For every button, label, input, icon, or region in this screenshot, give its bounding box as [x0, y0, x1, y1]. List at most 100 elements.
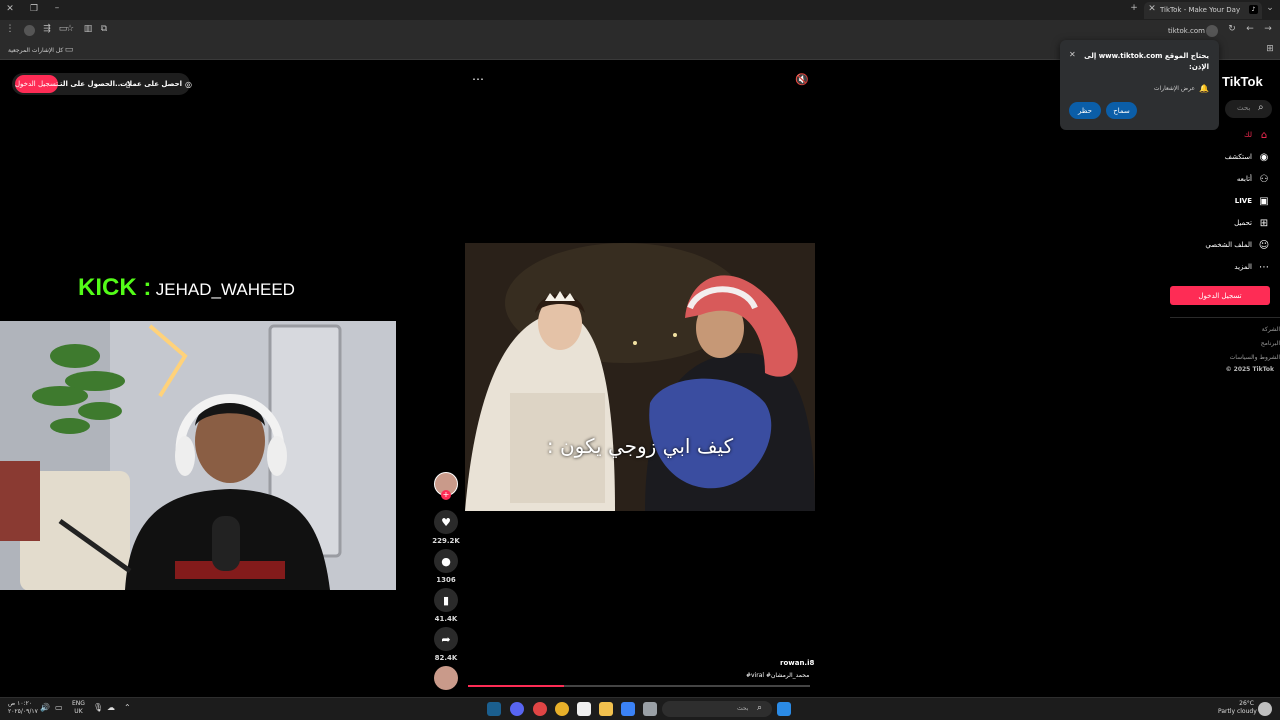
more-options-icon[interactable]: ⋯ [472, 72, 484, 86]
language-indicator[interactable]: ENG UK [72, 700, 85, 716]
start-button[interactable] [777, 702, 791, 716]
restore-window-icon[interactable]: ❐ [28, 4, 40, 14]
video-player[interactable] [465, 243, 815, 511]
sidebar-label-upload: تحميل [1234, 219, 1252, 227]
menu-dots-icon[interactable]: ⋮ [4, 24, 16, 34]
search-icon[interactable]: ⌕ [1258, 102, 1264, 113]
more-icon: ⋯ [1259, 261, 1269, 273]
sidebar-label-following: أتابعه [1236, 175, 1252, 183]
get-coins-button[interactable]: احصل على عملات ◎ [120, 75, 192, 93]
reload-icon[interactable]: ↻ [1226, 24, 1238, 34]
chrome-app-icon[interactable] [555, 702, 569, 716]
weather-widget[interactable]: 26°C Partly cloudy [1218, 700, 1257, 716]
popup-permission-label: عرض الإشعارات [1153, 85, 1196, 92]
profile-avatar-icon[interactable] [24, 25, 35, 36]
taskbar-date: ٢٠٢٥/٠٩/١٧ [8, 708, 38, 715]
taskbar-search-box[interactable]: بحث ⌕ [662, 701, 772, 717]
minimize-window-icon[interactable]: – [51, 3, 63, 13]
upload-icon: ⊞ [1259, 217, 1269, 229]
allow-button[interactable]: سماح [1106, 102, 1137, 119]
sidebar-item-explore[interactable]: استكشف ◉ [1225, 148, 1270, 166]
browser-toolbar: ⋮ ⇶ ▭ ☆ ▥ ⧉ tiktok.com ↻ ← → [0, 20, 1280, 42]
weather-desc: Partly cloudy [1218, 708, 1257, 715]
sidebar-login-button[interactable]: تسجيل الدخول [1170, 286, 1270, 305]
language-code: ENG [72, 700, 85, 707]
microphone-icon[interactable]: 🎙 [93, 703, 103, 712]
sidebar-item-following[interactable]: أتابعه ⚇ [1237, 170, 1270, 188]
bookmark-icon: ▮ [442, 593, 450, 607]
close-tab-icon[interactable]: ✕ [1146, 4, 1158, 14]
tiktok-favicon-icon: ♪ [1249, 5, 1258, 14]
video-hashtags[interactable]: #viral #محمد_الرمشان [746, 672, 809, 679]
site-info-icon[interactable] [1206, 25, 1218, 37]
get-app-button[interactable]: الحصول على التـ... ▯ [58, 75, 131, 93]
top-login-button[interactable]: تسجيل الدخول [15, 75, 58, 93]
block-button[interactable]: حظر [1069, 102, 1101, 119]
windows-taskbar: ١٠:٢٠ ص ٢٠٢٥/٠٩/١٧ 🔊 ▭ ENG UK 🎙 ☁ ⌃ بحث … [0, 697, 1280, 720]
side-panel-icon[interactable]: ⊞ [1264, 44, 1276, 54]
sidebar-item-live[interactable]: LIVE ▣ [1235, 192, 1270, 210]
webcam-scene [0, 321, 396, 590]
kick-overlay: KICK : JEHAD_WAHEED [78, 274, 295, 302]
sidebar-item-upload[interactable]: تحميل ⊞ [1234, 214, 1270, 232]
follow-plus-icon[interactable]: + [441, 490, 451, 500]
opera-app-icon[interactable] [533, 702, 547, 716]
sidebar-label-explore: استكشف [1224, 153, 1252, 161]
extensions-icon[interactable]: ⇶ [41, 24, 53, 34]
share-count: 82.4K [434, 654, 458, 662]
all-bookmarks-link[interactable]: كل الإشارات المرجعية [8, 47, 63, 54]
discord-app-icon[interactable] [510, 702, 524, 716]
video-caption: كيف ابي زوجي يكون : [546, 434, 734, 458]
live-icon: ▣ [1259, 195, 1269, 207]
sound-disc-avatar[interactable] [434, 666, 458, 690]
search-input[interactable]: بحث ⌕ [1225, 100, 1272, 118]
volume-icon[interactable]: 🔊 [40, 703, 50, 712]
footer-terms-link[interactable]: الشروط والسياسات [1230, 354, 1280, 361]
file-explorer-icon[interactable] [599, 702, 613, 716]
network-icon[interactable]: ▭ [55, 703, 63, 712]
reading-list-icon[interactable]: ▥ [82, 24, 94, 34]
webcam-feed [0, 321, 396, 590]
video-author[interactable]: rowan.i8 [780, 659, 814, 667]
close-popup-icon[interactable]: ✕ [1069, 50, 1076, 59]
kick-label: KICK : [78, 274, 152, 301]
tab-tiktok[interactable]: ✕ TikTok - Make Your Day ♪ [1144, 2, 1262, 19]
cloud-icon[interactable]: ☁ [107, 703, 115, 712]
footer-company-link[interactable]: الشركة [1262, 326, 1280, 333]
cast-icon[interactable]: ⧉ [98, 24, 110, 34]
tab-title: TikTok - Make Your Day [1160, 6, 1241, 14]
get-coins-label: احصل على عملات [120, 80, 183, 88]
save-count: 41.4K [434, 615, 458, 623]
calendar-app-icon[interactable] [577, 702, 591, 716]
forward-icon[interactable]: ← [1244, 24, 1256, 34]
back-icon[interactable]: → [1262, 24, 1274, 34]
close-window-icon[interactable]: ✕ [4, 4, 16, 14]
show-hidden-icons-icon[interactable]: ⌃ [124, 703, 131, 712]
tab-search-icon[interactable]: ⌄ [1264, 3, 1276, 13]
footer-copyright: © 2025 TikTok [1225, 366, 1274, 373]
bookmark-star-icon[interactable]: ☆ [64, 24, 76, 34]
share-button[interactable]: ➦ [434, 627, 458, 651]
copilot-app-icon[interactable] [621, 702, 635, 716]
taskbar-search-placeholder: بحث [737, 705, 749, 712]
sidebar-item-profile[interactable]: الملف الشخصي ☺ [1205, 236, 1270, 254]
footer-program-link[interactable]: البرنامج [1261, 340, 1280, 347]
steam-app-icon[interactable] [487, 702, 501, 716]
like-button[interactable]: ♥ [434, 510, 458, 534]
comment-button[interactable]: ● [434, 549, 458, 573]
sidebar-item-more[interactable]: المزيد ⋯ [1234, 258, 1270, 276]
video-progress-track[interactable] [468, 685, 810, 687]
heart-icon: ♥ [441, 515, 451, 529]
muted-speaker-icon[interactable]: 🔇 [795, 73, 809, 86]
tiktok-logo[interactable]: TikTok [1222, 74, 1263, 89]
coin-icon: ◎ [185, 79, 192, 89]
address-bar-url[interactable]: tiktok.com [1168, 27, 1205, 35]
following-icon: ⚇ [1259, 173, 1269, 185]
new-tab-icon[interactable]: + [1128, 3, 1140, 13]
save-button[interactable]: ▮ [434, 588, 458, 612]
taskbar-clock[interactable]: ١٠:٢٠ ص ٢٠٢٥/٠٩/١٧ [8, 700, 38, 716]
home-icon: ⌂ [1260, 129, 1268, 141]
search-placeholder: بحث [1237, 104, 1251, 112]
sidebar-item-foryou[interactable]: لك ⌂ [1244, 126, 1270, 144]
task-view-icon[interactable] [643, 702, 657, 716]
